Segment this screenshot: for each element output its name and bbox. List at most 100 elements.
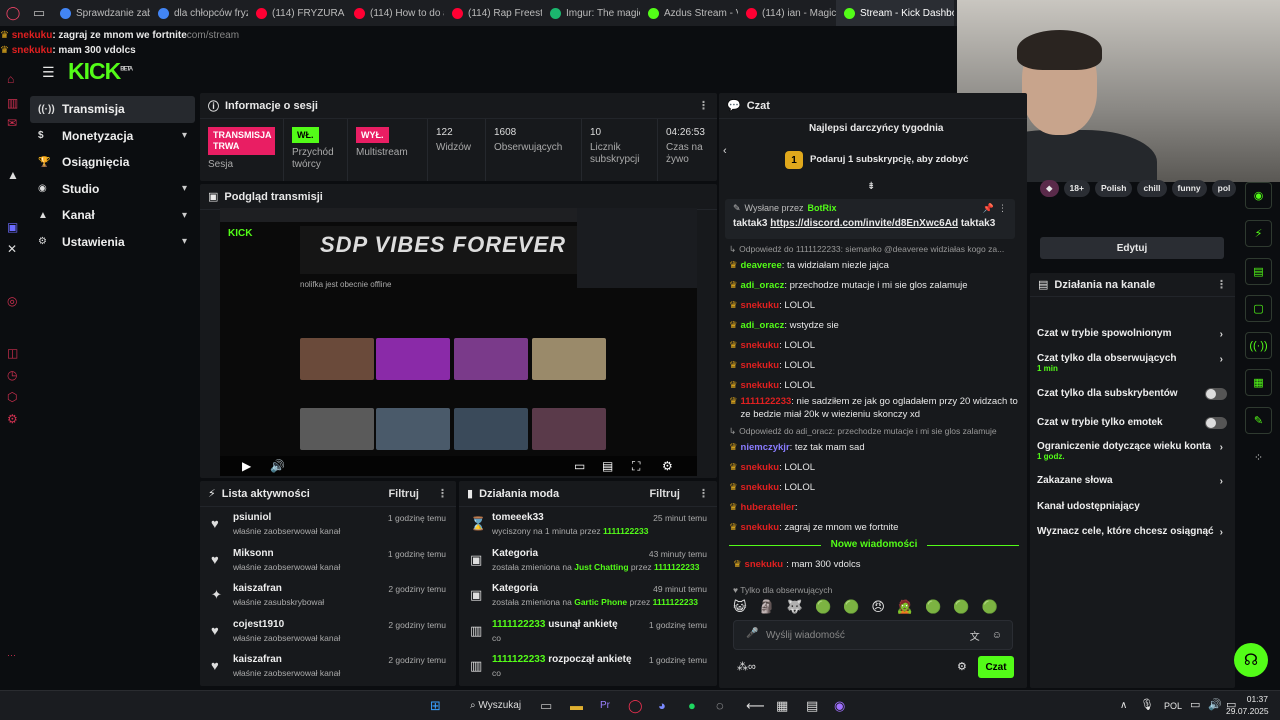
stat-creator-revenue[interactable]: WŁ. Przychód twórcy	[284, 119, 348, 181]
chevron-down-icon[interactable]: ▾	[182, 130, 187, 141]
camera-icon[interactable]: ◉	[1245, 182, 1272, 209]
activity-row[interactable]: ♥ cojest1910 właśnie zaobserwował kanał 2 g…	[200, 614, 456, 650]
rail-more-icon[interactable]: ···	[7, 650, 16, 660]
chat-user[interactable]: snekuku	[745, 559, 784, 570]
chat-user[interactable]: adi_oracz	[741, 320, 785, 331]
mic-icon[interactable]: 🎤	[746, 628, 758, 639]
channel-action-7[interactable]: Wyznacz cele, które chcesz osiągnąć ›	[1030, 526, 1235, 538]
mod-action-row[interactable]: ⌛ tomeeek33 wyciszony na 1 minuta przez 11…	[459, 507, 717, 543]
more-icon[interactable]: ⋮	[1216, 278, 1227, 291]
video-player[interactable]: KICK SDP VIBES FOREVER nolifka jest obec…	[220, 208, 697, 476]
chevron-right-icon[interactable]: ›	[1220, 527, 1223, 538]
chat-input[interactable]: 🎤 Wyślij wiadomość 文 ☺	[733, 620, 1013, 650]
opera-icon[interactable]: ◯	[628, 698, 643, 714]
browser-tab[interactable]: (114) Rap Freesty	[444, 0, 542, 26]
stream-tag[interactable]: chill	[1137, 180, 1167, 197]
broadcast-icon[interactable]: ((·))	[1245, 332, 1272, 359]
mod-action-row[interactable]: ▣ Kategoria została zmieniona na Gartic Ph…	[459, 578, 717, 614]
activity-row[interactable]: ♥ psiuniol właśnie zaobserwował kanał 1 god…	[200, 507, 456, 543]
obs-icon[interactable]: ◉	[834, 698, 845, 714]
emote-icon[interactable]: 🗿	[759, 599, 775, 615]
rail-icon[interactable]: ⌂	[7, 72, 14, 86]
activity-row[interactable]: ✦ kaiszafran właśnie zasubskrybował 2 godzi…	[200, 578, 456, 614]
chevron-right-icon[interactable]: ›	[1220, 329, 1223, 340]
spotify-icon[interactable]: ●	[688, 698, 696, 713]
rail-icon[interactable]: ▲	[7, 168, 19, 182]
stream-tag[interactable]: 18+	[1063, 180, 1090, 197]
wrench-icon[interactable]: ✎	[1245, 407, 1272, 434]
emote-icon[interactable]: 🟢	[925, 599, 941, 615]
more-icon[interactable]: ⋮	[698, 487, 709, 500]
sidebar-item-0[interactable]: ((·)) Transmisja	[30, 96, 195, 123]
mod-action-row[interactable]: ▣ Kategoria została zmieniona na Just Chat…	[459, 543, 717, 579]
category-name[interactable]: Gartic Phone	[574, 597, 627, 607]
browser-tab[interactable]: (114) FRYZURA TI	[248, 0, 346, 26]
sidebar-item-3[interactable]: ◉ Studio ▾	[30, 176, 195, 203]
chevron-right-icon[interactable]: ›	[1220, 442, 1223, 453]
stat-multistream[interactable]: WYŁ. Multistream	[348, 119, 428, 181]
hamburger-icon[interactable]: ☰	[42, 64, 55, 81]
mod-user[interactable]: 1111122233	[653, 597, 698, 607]
emote-icon[interactable]: 🟢	[843, 599, 859, 615]
filter-button[interactable]: Filtruj	[388, 488, 419, 500]
rail-icon[interactable]: ◫	[7, 346, 18, 360]
chevron-down-icon[interactable]: ▾	[182, 236, 187, 247]
points-icon[interactable]: ⁂∞	[737, 660, 756, 673]
emote-icon[interactable]: 😺	[733, 599, 747, 615]
activity-row[interactable]: ♥ Miksonn właśnie zaobserwował kanał 1 godz…	[200, 543, 456, 579]
tray-chevron-icon[interactable]: ∧	[1120, 700, 1127, 711]
settings-icon[interactable]: ⚙	[7, 412, 18, 426]
channel-action-4[interactable]: Ograniczenie dotyczące wieku konta 1 godz…	[1030, 441, 1235, 461]
emote-icon[interactable]: 🟢	[981, 599, 997, 615]
emote-icon[interactable]: 🟢	[815, 599, 831, 615]
speaker-icon[interactable]: 🔊	[1208, 698, 1222, 711]
notes-icon[interactable]: ▤	[1245, 258, 1272, 285]
browser-tab[interactable]: (114) How to do a	[346, 0, 444, 26]
chevron-right-icon[interactable]: ›	[1220, 354, 1223, 365]
stream-tag[interactable]: funny	[1171, 180, 1207, 197]
emote-icon[interactable]: 🧟	[897, 599, 913, 615]
history-icon[interactable]: ◷	[7, 368, 17, 382]
stream-tag[interactable]: Polish	[1094, 180, 1133, 197]
toggle-switch[interactable]	[1205, 388, 1227, 400]
mod-user[interactable]: 1111122233	[492, 654, 545, 665]
toggle-switch[interactable]	[1205, 417, 1227, 429]
browser-tab[interactable]: Imgur: The magic	[542, 0, 640, 26]
opera-icon[interactable]: ◯	[0, 0, 26, 26]
chat-user[interactable]: snekuku	[741, 462, 780, 473]
browser-tab[interactable]: (114) ian - Magic	[738, 0, 836, 26]
mod-action-row[interactable]: ▥ 1111122233 rozpoczął ankietę co 1 godzinę…	[459, 649, 717, 685]
more-icon[interactable]: ⋮	[998, 203, 1007, 214]
edit-button[interactable]: Edytuj	[1040, 237, 1224, 259]
rail-icon[interactable]: ◎	[7, 294, 17, 308]
theatre-icon[interactable]: ▭	[574, 459, 585, 473]
activity-row[interactable]: ♥ kaiszafran właśnie zaobserwował kanał 2 g…	[200, 649, 456, 685]
emote-icon[interactable]: 😠	[871, 599, 885, 615]
discord-icon[interactable]: ◕	[658, 698, 666, 713]
play-icon[interactable]: ▶	[242, 459, 251, 473]
browser-tab[interactable]: Azdus Stream - V	[640, 0, 738, 26]
emote-icon[interactable]: 🐺	[787, 599, 803, 615]
clip-icon[interactable]: ▤	[602, 459, 613, 473]
chat-bubble-icon[interactable]: ▢	[1245, 295, 1272, 322]
more-icon[interactable]: ⋮	[698, 99, 709, 112]
mic-tray-icon[interactable]: 🎙	[1140, 698, 1154, 711]
category-name[interactable]: Just Chatting	[574, 562, 628, 572]
send-chat-button[interactable]: Czat	[978, 656, 1014, 678]
twitch-icon[interactable]: ▣	[7, 220, 18, 234]
explorer-icon[interactable]: ▬	[570, 698, 583, 713]
sidebar-item-2[interactable]: 🏆 Osiągnięcia	[30, 149, 195, 176]
channel-action-3[interactable]: Czat w trybie tylko emotek	[1030, 417, 1235, 429]
channel-action-5[interactable]: Zakazane słowa ›	[1030, 475, 1235, 487]
clock-date[interactable]: 29.07.2025	[1226, 706, 1269, 716]
chevron-down-icon[interactable]: ▾	[182, 210, 187, 221]
channel-action-6[interactable]: Kanał udostępniający	[1030, 501, 1235, 512]
calculator-icon[interactable]: ▦	[776, 698, 788, 714]
chat-user[interactable]: snekuku	[741, 360, 780, 371]
tab-list-icon[interactable]: ▭	[26, 0, 52, 26]
chat-user[interactable]: niemczykjr	[741, 442, 790, 453]
channel-action-0[interactable]: Czat w trybie spowolnionym ›	[1030, 328, 1235, 340]
app-icon[interactable]: ⟵	[746, 698, 765, 714]
mod-user[interactable]: 1111122233	[603, 526, 648, 536]
network-icon[interactable]: ▭	[1190, 698, 1200, 711]
